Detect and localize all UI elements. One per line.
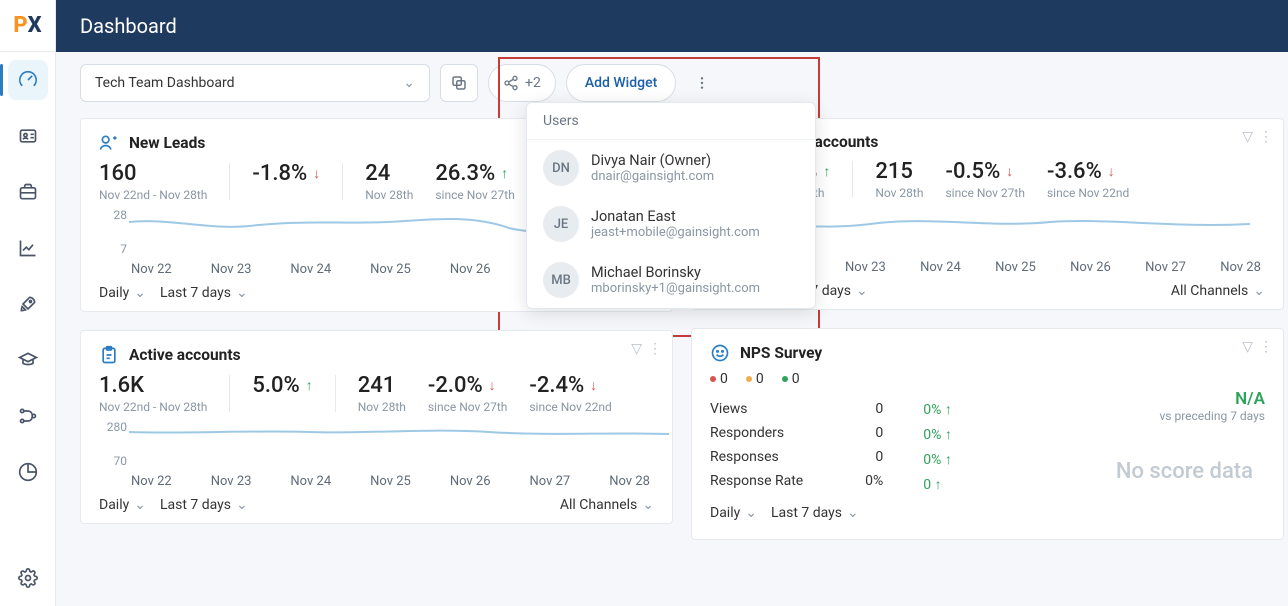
nav-flow[interactable]: [8, 396, 48, 436]
no-score-label: No score data: [1116, 459, 1253, 484]
range-select[interactable]: Last 7 days⌄: [160, 285, 248, 301]
logo: PX: [0, 0, 56, 52]
user-name: Michael Borinsky: [591, 264, 760, 281]
nav-pie[interactable]: [8, 452, 48, 492]
users-popover: Users DN Divya Nair (Owner)dnair@gainsig…: [526, 102, 816, 309]
share-icon: [503, 75, 519, 91]
topbar: Dashboard: [56, 0, 1288, 52]
channels-select[interactable]: All Channels⌄: [1171, 283, 1265, 299]
range-select[interactable]: Last 7 days⌄: [771, 505, 859, 521]
leads-icon: [99, 133, 119, 153]
share-button[interactable]: +2: [488, 64, 556, 102]
nav-settings[interactable]: [8, 558, 48, 598]
user-name: Jonatan East: [591, 208, 760, 225]
nav-academy[interactable]: [8, 340, 48, 380]
arrow-up-icon: ↑: [306, 377, 313, 394]
more-options-button[interactable]: [686, 64, 718, 102]
avatar: MB: [543, 262, 579, 298]
card-title: Active accounts: [129, 346, 241, 364]
nav-analytics[interactable]: [8, 228, 48, 268]
arrow-down-icon: ↓: [489, 377, 496, 394]
clipboard-icon: [99, 345, 119, 365]
avatar: DN: [543, 150, 579, 186]
avatar: JE: [543, 206, 579, 242]
chart-line-icon: [18, 238, 38, 258]
filter-icon[interactable]: ▽: [1242, 339, 1253, 355]
user-row[interactable]: MB Michael Borinskymborinsky+1@gainsight…: [527, 252, 815, 308]
freq-select[interactable]: Daily⌄: [99, 497, 146, 513]
copy-icon: [450, 74, 468, 92]
range-select[interactable]: Last 7 days⌄: [160, 497, 248, 513]
gear-icon: [18, 568, 38, 588]
kebab-icon[interactable]: ⋮: [1259, 129, 1273, 145]
nav-rocket[interactable]: [8, 284, 48, 324]
chevron-down-icon: ⌄: [403, 75, 415, 91]
rocket-icon: [18, 294, 38, 314]
share-count: +2: [525, 75, 541, 91]
card-active-accounts: ▽⋮ Active accounts 1.6KNov 22nd - Nov 28…: [80, 330, 673, 524]
nav-portfolio[interactable]: [8, 172, 48, 212]
user-row[interactable]: JE Jonatan Eastjeast+mobile@gainsight.co…: [527, 196, 815, 252]
gauge-icon: [18, 70, 38, 90]
dashboard-name: Tech Team Dashboard: [95, 75, 235, 91]
nav-dashboard[interactable]: [8, 60, 48, 100]
sidebar: PX: [0, 0, 56, 606]
sparkline: [129, 420, 669, 468]
card-nps: ▽⋮ NPS Survey 0 0 0 N/Avs preceding 7 da…: [691, 328, 1284, 540]
filter-icon[interactable]: ▽: [1242, 129, 1253, 145]
user-row[interactable]: DN Divya Nair (Owner)dnair@gainsight.com: [527, 140, 815, 196]
nav-contacts[interactable]: [8, 116, 48, 156]
arrow-down-icon: ↓: [590, 377, 597, 394]
copy-button[interactable]: [440, 64, 478, 102]
filter-icon[interactable]: ▽: [631, 341, 642, 357]
freq-select[interactable]: Daily⌄: [99, 285, 146, 301]
nps-icon: [710, 343, 730, 363]
card-title: NPS Survey: [740, 344, 822, 362]
page-title: Dashboard: [80, 14, 177, 38]
card-title: New Leads: [129, 134, 205, 152]
freq-select[interactable]: Daily⌄: [710, 505, 757, 521]
user-email: mborinsky+1@gainsight.com: [591, 281, 760, 296]
arrow-up-icon: ↑: [501, 165, 508, 182]
pie-icon: [18, 462, 38, 482]
kebab-icon[interactable]: ⋮: [1259, 339, 1273, 355]
arrow-down-icon: ↓: [1108, 163, 1115, 180]
user-email: jeast+mobile@gainsight.com: [591, 225, 760, 240]
popover-heading: Users: [527, 103, 815, 140]
id-card-icon: [18, 126, 38, 146]
user-email: dnair@gainsight.com: [591, 169, 714, 184]
arrow-down-icon: ↓: [1006, 163, 1013, 180]
user-name: Divya Nair (Owner): [591, 152, 714, 169]
flow-icon: [18, 406, 38, 426]
dashboard-selector[interactable]: Tech Team Dashboard ⌄: [80, 64, 430, 102]
kebab-icon: [694, 75, 710, 91]
add-widget-button[interactable]: Add Widget: [566, 64, 676, 102]
arrow-up-icon: ↑: [823, 163, 830, 180]
arrow-down-icon: ↓: [313, 165, 320, 182]
graduation-icon: [18, 350, 38, 370]
channels-select[interactable]: All Channels⌄: [560, 497, 654, 513]
kebab-icon[interactable]: ⋮: [648, 341, 662, 357]
briefcase-icon: [18, 182, 38, 202]
